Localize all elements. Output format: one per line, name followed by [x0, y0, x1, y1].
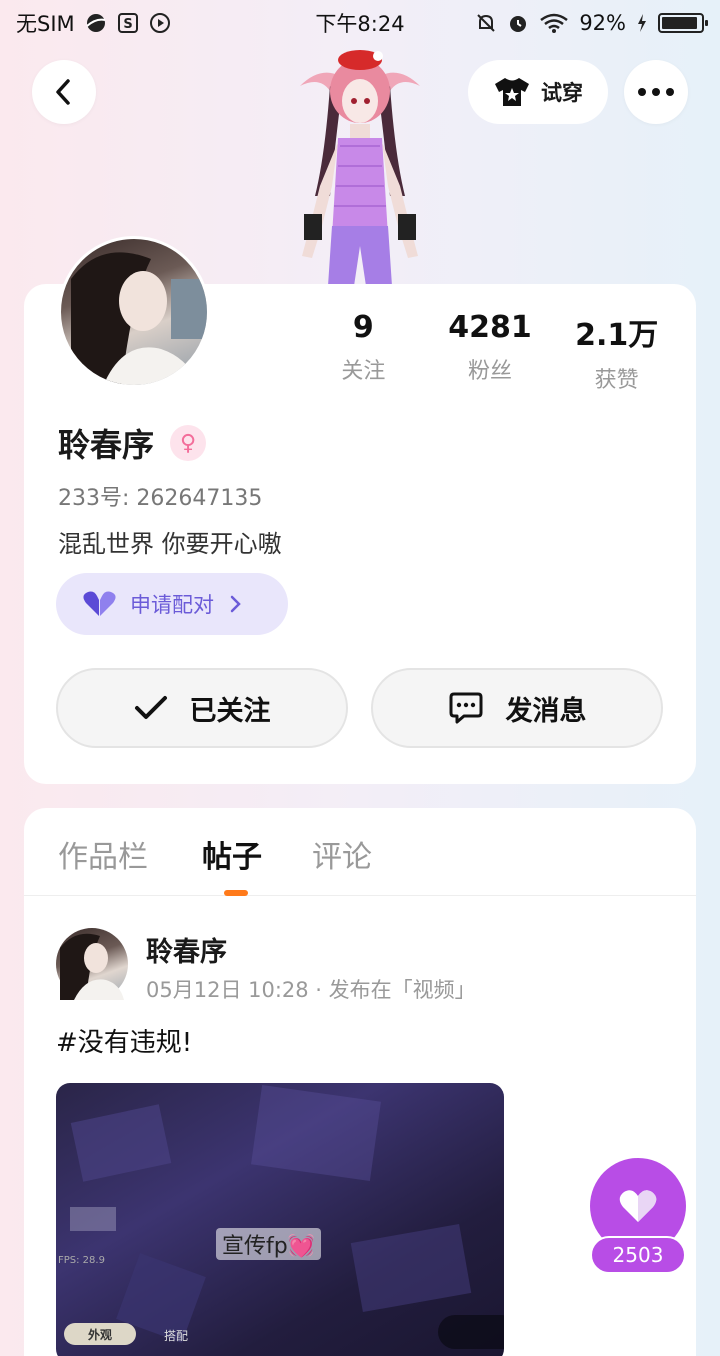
alarm-icon	[507, 12, 529, 34]
post-video-thumbnail[interactable]: 宣传fp💓 FPS: 28.9 外观 搭配	[56, 1083, 504, 1356]
mute-bell-icon	[475, 12, 497, 34]
more-button[interactable]	[624, 60, 688, 124]
status-left: 无SIM S	[16, 8, 171, 38]
heart-icon	[619, 1190, 657, 1222]
try-on-button[interactable]: 试穿	[468, 60, 608, 124]
try-on-label: 试穿	[541, 81, 583, 105]
battery-percent: 92%	[579, 11, 626, 35]
stat-likes-value: 2.1万	[575, 318, 659, 353]
planet-icon	[85, 12, 107, 34]
stat-fans-value: 4281	[448, 310, 532, 345]
wifi-icon	[539, 12, 569, 34]
post-text[interactable]: #没有违规!	[56, 1022, 192, 1059]
s-app-icon: S	[117, 12, 139, 34]
video-scene	[70, 1085, 472, 1343]
active-tab-indicator	[224, 890, 248, 896]
check-icon	[134, 696, 167, 719]
profile-name: 聆春序	[58, 426, 155, 464]
stat-likes[interactable]: 2.1万 获赞	[553, 310, 680, 394]
post-meta: 05月12日 10:28 · 发布在「视频」	[146, 978, 476, 1002]
post-avatar-photo	[60, 933, 124, 1000]
battery-indicator	[658, 13, 708, 33]
followed-label: 已关注	[189, 695, 271, 727]
stat-following-label: 关注	[341, 359, 386, 384]
charging-icon	[636, 12, 648, 34]
battery-fill	[662, 17, 697, 29]
avatar[interactable]	[58, 236, 210, 388]
avatar-photo	[71, 252, 207, 385]
pair-request-button[interactable]: 申请配对	[56, 573, 288, 635]
stats-row: 9 关注 4281 粉丝 2.1万 获赞	[300, 310, 680, 394]
video-control-pill	[438, 1315, 504, 1349]
like-count: 2503	[590, 1236, 686, 1274]
status-right: 92%	[475, 11, 708, 35]
post-author-name[interactable]: 聆春序	[146, 930, 227, 969]
play-icon	[149, 12, 171, 34]
video-tab-appearance: 外观	[64, 1323, 136, 1345]
stat-fans[interactable]: 4281 粉丝	[427, 310, 554, 394]
tab-works[interactable]: 作品栏	[58, 832, 148, 876]
female-icon: ♀	[170, 425, 207, 461]
heart-split-icon	[83, 591, 116, 616]
stat-fans-label: 粉丝	[468, 359, 513, 384]
tshirt-icon	[495, 78, 529, 106]
followed-button[interactable]: 已关注	[56, 668, 348, 748]
message-label: 发消息	[505, 695, 587, 727]
tab-bar: 作品栏 帖子 评论	[24, 808, 696, 896]
message-button[interactable]: 发消息	[371, 668, 663, 748]
status-bar: 无SIM S 下午8:24 92%	[0, 0, 720, 46]
name-row: 聆春序 ♀	[58, 420, 207, 466]
tab-posts[interactable]: 帖子	[202, 832, 262, 876]
stat-following-value: 9	[352, 310, 374, 345]
carrier-label: 无SIM	[16, 12, 75, 36]
avatar-3d-figure[interactable]	[270, 46, 450, 286]
stat-following[interactable]: 9 关注	[300, 310, 427, 394]
chat-bubble-icon	[449, 692, 482, 724]
video-caption: 宣传fp💓	[216, 1228, 322, 1260]
more-dots-icon	[638, 88, 674, 96]
user-id: 233号: 262647135	[58, 486, 263, 511]
svg-text:S: S	[123, 17, 132, 32]
post-author-avatar[interactable]	[56, 928, 128, 1000]
chevron-right-icon	[230, 595, 241, 613]
chevron-left-icon	[56, 79, 70, 105]
video-tab-outfit: 搭配	[164, 1329, 189, 1343]
stat-likes-label: 获赞	[594, 368, 639, 393]
back-button[interactable]	[32, 60, 96, 124]
video-fps: FPS: 28.9	[58, 1255, 105, 1266]
bio: 混乱世界 你要开心嗷	[58, 530, 282, 558]
pair-label: 申请配对	[130, 593, 214, 617]
tab-comments[interactable]: 评论	[312, 832, 372, 876]
